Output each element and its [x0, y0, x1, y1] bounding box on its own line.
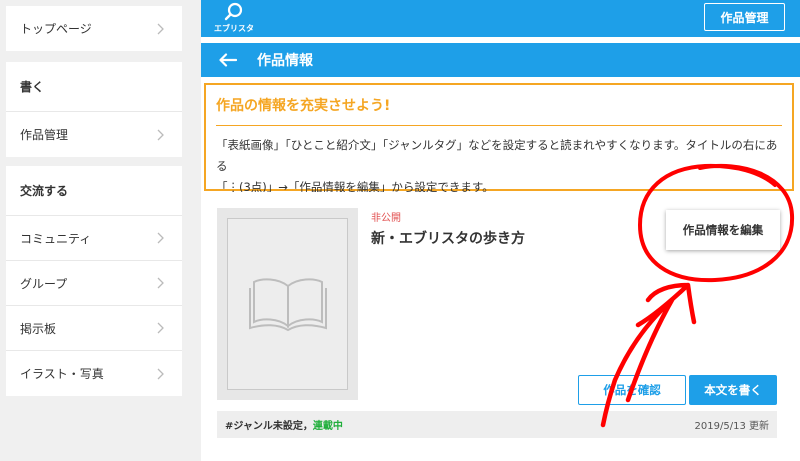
sidebar-item-illust-photo[interactable]: イラスト・写真	[6, 351, 182, 396]
work-management-button[interactable]: 作品管理	[704, 3, 785, 31]
page-title: 作品情報	[257, 53, 313, 69]
sidebar-item-community[interactable]: コミュニティ	[6, 216, 182, 261]
sidebar-top-block: トップページ	[6, 6, 182, 51]
edit-work-info-button[interactable]: 作品情報を編集	[666, 210, 780, 250]
cover-image-placeholder[interactable]	[217, 208, 358, 400]
notice-heading: 作品の情報を充実させよう!	[216, 98, 391, 114]
write-body-button[interactable]: 本文を書く	[689, 375, 777, 405]
chevron-right-icon	[154, 276, 168, 290]
chevron-right-icon	[154, 22, 168, 36]
sidebar-item-label: 掲示板	[20, 321, 57, 336]
sidebar-heading-social: 交流する	[6, 166, 182, 216]
back-arrow-icon[interactable]	[219, 50, 239, 70]
status-badge: 非公開	[371, 213, 401, 224]
page-title-bar: 作品情報	[201, 43, 800, 77]
search-icon	[224, 2, 243, 21]
info-notice-box: 作品の情報を充実させよう! 「表紙画像」「ひとこと紹介文」「ジャンルタグ」などを…	[204, 83, 794, 194]
sidebar-social-block: 交流する コミュニティ グループ 掲示板 イラスト・写真	[6, 166, 182, 396]
open-book-icon	[248, 278, 327, 332]
top-header: エブリスタ 作品管理	[201, 0, 800, 37]
sidebar-item-label: コミュニティ	[20, 231, 92, 246]
sidebar-heading-write: 書く	[6, 62, 182, 112]
sidebar-write-block: 書く 作品管理	[6, 62, 182, 157]
sidebar: トップページ 書く 作品管理 交流する コミュニティ グループ 掲示板 イラスト…	[0, 0, 190, 461]
sidebar-item-group[interactable]: グループ	[6, 261, 182, 306]
confirm-work-button[interactable]: 作品を確認	[578, 375, 686, 405]
sidebar-item-bbs[interactable]: 掲示板	[6, 306, 182, 351]
genre-info: #ジャンル未設定，連載中	[225, 417, 343, 432]
separator: ，	[302, 421, 313, 432]
chevron-right-icon	[154, 321, 168, 335]
logo-text: エブリスタ	[214, 24, 254, 33]
sidebar-item-top-page[interactable]: トップページ	[6, 6, 182, 51]
work-footer: #ジャンル未設定，連載中 2019/5/13 更新	[217, 411, 777, 438]
cover-frame	[227, 218, 348, 390]
genre-tag: #ジャンル未設定	[225, 421, 303, 432]
chevron-right-icon	[154, 367, 168, 381]
sidebar-item-label: 作品管理	[20, 128, 69, 142]
sidebar-item-work-management[interactable]: 作品管理	[6, 112, 182, 157]
serial-status: 連載中	[312, 421, 343, 432]
chevron-right-icon	[154, 128, 168, 142]
sidebar-item-label: イラスト・写真	[20, 367, 104, 381]
work-title[interactable]: 新・エブリスタの歩き方	[371, 228, 525, 248]
site-logo[interactable]: エブリスタ	[213, 2, 255, 34]
chevron-right-icon	[154, 231, 168, 245]
notice-body-line: 「表紙画像」「ひとこと紹介文」「ジャンルタグ」などを設定すると読まれやすくなりま…	[216, 138, 778, 173]
main-panel: エブリスタ 作品管理 作品情報 作品の情報を充実させよう! 「表紙画像」「ひとこ…	[201, 0, 800, 461]
sidebar-item-label: グループ	[20, 276, 68, 291]
notice-divider	[216, 125, 782, 126]
sidebar-item-label: トップページ	[20, 22, 92, 36]
notice-body: 「表紙画像」「ひとこと紹介文」「ジャンルタグ」などを設定すると読まれやすくなりま…	[216, 135, 782, 198]
work-card: 非公開 新・エブリスタの歩き方 作品情報を編集 作品を確認 本文を書く #ジャン…	[201, 192, 800, 461]
updated-date: 2019/5/13 更新	[694, 421, 769, 432]
